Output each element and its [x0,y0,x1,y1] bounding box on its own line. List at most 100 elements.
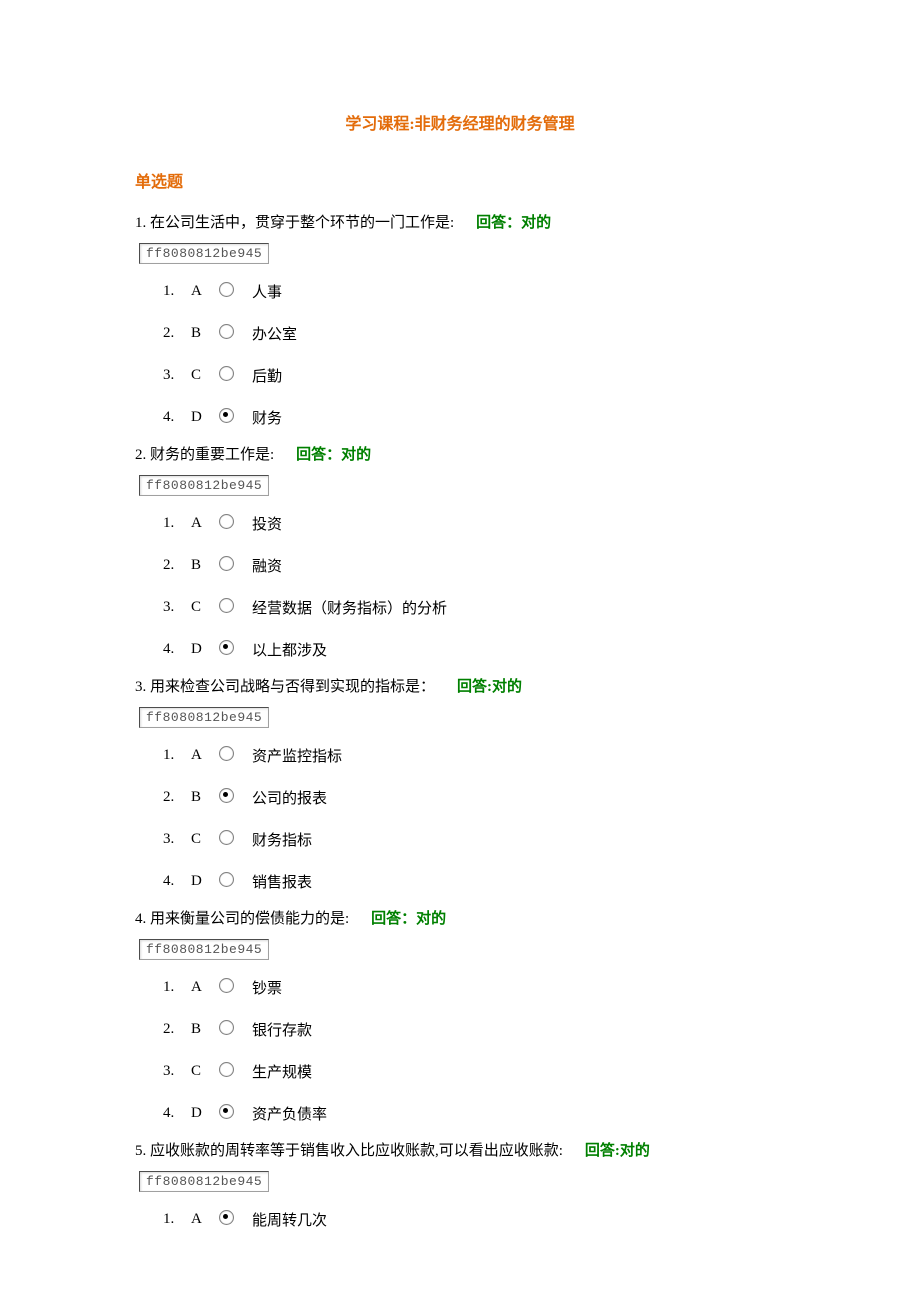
option-label: 经营数据（财务指标）的分析 [252,597,785,618]
question: 4. 用来衡量公司的偿债能力的是:回答：对的ff8080812be9451.A钞… [135,906,785,1134]
questions-container: 1. 在公司生活中，贯穿于整个环节的一门工作是: 回答：对的 ff8080812be… [135,210,785,1240]
option-row: 3.C 生产规模 [163,1050,785,1092]
option-row: 3.C 经营数据（财务指标）的分析 [163,586,785,628]
option-row: 1.A人事 [163,270,785,312]
section-title: 单选题 [135,168,785,192]
question-number: 5. [135,1143,150,1159]
question-prompt: 在公司生活中，贯穿于整个环节的一门工作是: [150,215,454,231]
radio-button[interactable] [219,598,234,613]
option-letter: B [191,789,215,806]
question-prompt: 财务的重要工作是: [150,447,274,463]
option-letter: A [191,283,215,300]
option-row: 4.D 销售报表 [163,860,785,902]
option-letter: A [191,747,215,764]
option-letter: C [191,1063,215,1080]
option-number: 2. [163,1021,191,1038]
option-label: 财务 [252,407,785,428]
option-number: 3. [163,599,191,616]
option-label: 销售报表 [252,871,785,892]
option-row: 4.D以上都涉及 [163,628,785,670]
option-row: 4.D资产负债率 [163,1092,785,1134]
options: 1.A钞票2.B银行存款3.C生产规模4.D资产负债率 [135,966,785,1134]
radio-button[interactable] [219,830,234,845]
option-number: 1. [163,515,191,532]
question: 5. 应收账款的周转率等于销售收入比应收账款,可以看出应收账款: 回答:对的 ff8… [135,1138,785,1240]
option-row: 1.A 能周转几次 [163,1198,785,1240]
option-row: 4.D财务 [163,396,785,438]
question-number: 2. [135,447,150,463]
question: 3. 用来检查公司战略与否得到实现的指标是：回答:对的 ff8080812be94… [135,674,785,902]
page: 学习课程:非财务经理的财务管理 单选题 1. 在公司生活中，贯穿于整个环节的一门… [0,0,920,1284]
question-text: 1. 在公司生活中，贯穿于整个环节的一门工作是: 回答：对的 [135,210,785,237]
option-row: 1.A 资产监控指标 [163,734,785,776]
option-row: 3.C财务指标 [163,818,785,860]
radio-button[interactable] [219,1104,234,1119]
option-label: 资产监控指标 [252,745,785,766]
radio-button[interactable] [219,788,234,803]
option-number: 2. [163,789,191,806]
option-letter: B [191,557,215,574]
option-number: 1. [163,283,191,300]
option-number: 3. [163,1063,191,1080]
radio-button[interactable] [219,282,234,297]
question-number: 1. [135,215,150,231]
option-letter: C [191,599,215,616]
options: 1.A人事 2.B 办公室 3.C后勤4.D财务 [135,270,785,438]
radio-button[interactable] [219,408,234,423]
option-number: 1. [163,747,191,764]
option-row: 2.B 办公室 [163,312,785,354]
option-row: 1.A 投资 [163,502,785,544]
radio-button[interactable] [219,640,234,655]
radio-button[interactable] [219,746,234,761]
option-number: 2. [163,557,191,574]
radio-button[interactable] [219,1210,234,1225]
question-text: 4. 用来衡量公司的偿债能力的是:回答：对的 [135,906,785,933]
option-label: 钞票 [252,977,785,998]
option-row: 2.B公司的报表 [163,776,785,818]
answer-label: 回答:对的 [585,1143,650,1159]
id-box: ff8080812be945 [139,707,269,728]
radio-button[interactable] [219,556,234,571]
option-letter: D [191,873,215,890]
option-letter: B [191,325,215,342]
option-letter: A [191,515,215,532]
id-box: ff8080812be945 [139,475,269,496]
option-label: 生产规模 [252,1061,785,1082]
radio-button[interactable] [219,514,234,529]
option-letter: B [191,1021,215,1038]
option-letter: C [191,367,215,384]
question-prompt: 应收账款的周转率等于销售收入比应收账款,可以看出应收账款: [150,1143,563,1159]
option-number: 4. [163,1105,191,1122]
option-letter: A [191,1211,215,1228]
option-row: 2.B银行存款 [163,1008,785,1050]
option-row: 3.C后勤 [163,354,785,396]
radio-button[interactable] [219,978,234,993]
radio-button[interactable] [219,1020,234,1035]
option-label: 办公室 [252,323,785,344]
option-number: 4. [163,873,191,890]
radio-button[interactable] [219,1062,234,1077]
question-text: 3. 用来检查公司战略与否得到实现的指标是：回答:对的 [135,674,785,701]
course-title: 学习课程:非财务经理的财务管理 [135,110,785,134]
option-label: 资产负债率 [252,1103,785,1124]
option-letter: C [191,831,215,848]
radio-button[interactable] [219,872,234,887]
radio-button[interactable] [219,366,234,381]
option-number: 1. [163,1211,191,1228]
option-row: 2.B融资 [163,544,785,586]
option-label: 投资 [252,513,785,534]
option-number: 4. [163,641,191,658]
radio-button[interactable] [219,324,234,339]
option-label: 能周转几次 [252,1209,785,1230]
option-row: 1.A钞票 [163,966,785,1008]
id-box: ff8080812be945 [139,939,269,960]
question-prompt: 用来衡量公司的偿债能力的是: [150,911,349,927]
option-number: 2. [163,325,191,342]
answer-label: 回答：对的 [476,215,551,231]
option-letter: A [191,979,215,996]
question-text: 5. 应收账款的周转率等于销售收入比应收账款,可以看出应收账款: 回答:对的 [135,1138,785,1165]
option-number: 3. [163,831,191,848]
answer-label: 回答:对的 [457,679,522,695]
id-box: ff8080812be945 [139,1171,269,1192]
answer-label: 回答：对的 [371,911,446,927]
